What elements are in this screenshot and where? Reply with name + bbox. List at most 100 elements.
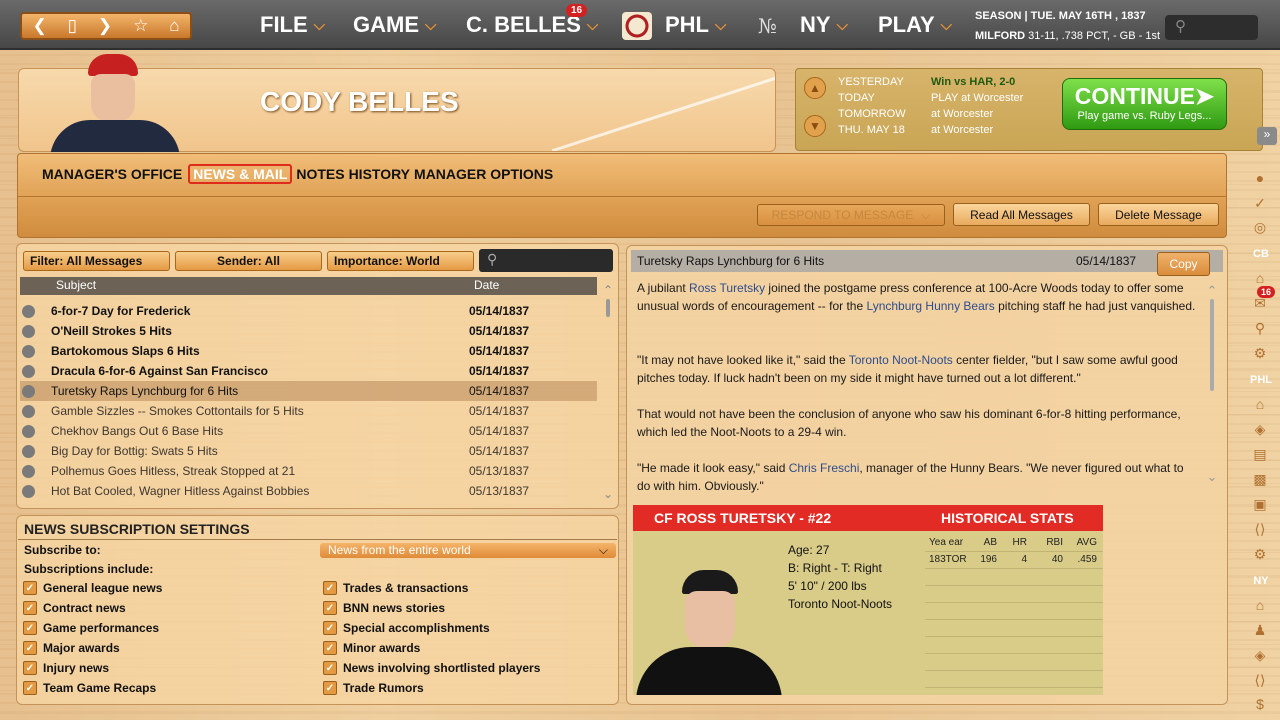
checkbox-checked-icon[interactable]: ✓ xyxy=(23,641,37,655)
message-row[interactable]: Dracula 6-for-6 Against San Francisco 05/… xyxy=(20,361,597,381)
menu-play[interactable]: PLAY ⌵ xyxy=(878,12,952,38)
card-player-title[interactable]: CF ROSS TURETSKY - #22 xyxy=(654,510,831,526)
subscription-option[interactable]: ✓ Special accomplishments xyxy=(323,621,490,635)
tab-managers-office[interactable]: MANAGER'S OFFICE xyxy=(42,164,182,184)
menu-game[interactable]: GAME ⌵ xyxy=(353,12,436,38)
tag-icon[interactable]: ◈ xyxy=(1251,647,1269,665)
subscription-option[interactable]: ✓ Team Game Recaps xyxy=(23,681,156,695)
team-link[interactable]: Lynchburg Hunny Bears xyxy=(866,299,994,313)
subscription-option[interactable]: ✓ Game performances xyxy=(23,621,159,635)
search-input[interactable]: ⚲ xyxy=(1165,15,1258,40)
copy-button[interactable]: Copy xyxy=(1157,252,1210,276)
menu-phl[interactable]: PHL ⌵ xyxy=(665,12,726,38)
gear-icon[interactable]: ⚙ xyxy=(1251,546,1269,564)
forward-arrow-icon[interactable]: ❯ xyxy=(98,16,112,36)
schedule-row: YESTERDAY Win vs HAR, 2-0 xyxy=(838,74,1023,90)
people-icon[interactable]: ♟ xyxy=(1251,622,1269,640)
filter-dropdown[interactable]: Filter: All Messages xyxy=(23,251,170,271)
subscription-option[interactable]: ✓ BNN news stories xyxy=(323,601,445,615)
menu-ny[interactable]: NY ⌵ xyxy=(800,12,848,38)
subscription-option[interactable]: ✓ Trade Rumors xyxy=(323,681,424,695)
card-team[interactable]: Toronto Noot-Noots xyxy=(788,595,892,613)
subscription-option[interactable]: ✓ Major awards xyxy=(23,641,120,655)
tag-icon[interactable]: ◈ xyxy=(1251,421,1269,439)
checkbox-checked-icon[interactable]: ✓ xyxy=(323,581,337,595)
subscription-option[interactable]: ✓ General league news xyxy=(23,581,162,595)
bar-chart-icon[interactable]: ▩ xyxy=(1251,471,1269,489)
tab-news-mail[interactable]: NEWS & MAIL xyxy=(188,164,293,184)
home-icon[interactable]: ⌂ xyxy=(169,16,179,36)
dollar-icon[interactable]: $ xyxy=(1251,696,1269,714)
checkbox-checked-icon[interactable]: ✓ xyxy=(323,621,337,635)
back-arrow-icon[interactable]: ❮ xyxy=(32,16,46,36)
checkbox-checked-icon[interactable]: ✓ xyxy=(23,621,37,635)
search-icon[interactable]: ⚲ xyxy=(1251,320,1269,338)
gear-icon[interactable]: ⚙ xyxy=(1251,345,1269,363)
scroll-thumb[interactable] xyxy=(1210,299,1214,391)
manager-link[interactable]: Chris Freschi xyxy=(789,461,860,475)
checkbox-checked-icon[interactable]: ✓ xyxy=(23,661,37,675)
read-all-button[interactable]: Read All Messages xyxy=(953,203,1090,226)
message-row[interactable]: O'Neill Strokes 5 Hits 05/14/1837 xyxy=(20,321,597,341)
delete-message-button[interactable]: Delete Message xyxy=(1098,203,1219,226)
player-name: CODY BELLES xyxy=(260,86,459,117)
player-link[interactable]: Ross Turetsky xyxy=(689,281,765,295)
home-icon[interactable]: ⌂ xyxy=(1251,597,1269,615)
subscription-option[interactable]: ✓ Contract news xyxy=(23,601,126,615)
tab-notes[interactable]: NOTES xyxy=(296,164,344,184)
message-row[interactable]: Bartokomous Slaps 6 Hits 05/14/1837 xyxy=(20,341,597,361)
checkbox-checked-icon[interactable]: ✓ xyxy=(323,641,337,655)
checkbox-checked-icon[interactable]: ✓ xyxy=(323,601,337,615)
sender-dropdown[interactable]: Sender: All xyxy=(175,251,322,271)
star-icon[interactable]: ☆ xyxy=(133,16,148,36)
sidebar-cb-label: CB xyxy=(1253,248,1269,260)
column-subject[interactable]: Subject xyxy=(56,278,96,292)
list-scrollbar[interactable]: ⌃ ⌄ xyxy=(602,283,614,505)
subscription-option[interactable]: ✓ Minor awards xyxy=(323,641,420,655)
tab-history[interactable]: HISTORY xyxy=(349,164,410,184)
message-date-cell: 05/14/1837 xyxy=(469,384,530,398)
checkbox-checked-icon[interactable]: ✓ xyxy=(323,661,337,675)
checkbox-checked-icon[interactable]: ✓ xyxy=(323,681,337,695)
subscription-option[interactable]: ✓ News involving shortlisted players xyxy=(323,661,540,675)
tab-manager-options[interactable]: MANAGER OPTIONS xyxy=(414,164,553,184)
scroll-thumb[interactable] xyxy=(606,299,610,317)
message-date-cell: 05/14/1837 xyxy=(469,404,530,418)
message-scrollbar[interactable]: ⌃ ⌄ xyxy=(1205,283,1219,493)
code-brackets-icon[interactable]: ⟨⟩ xyxy=(1251,521,1269,539)
card-bats-throws: B: Right - T: Right xyxy=(788,561,882,575)
home-icon[interactable]: ⌂ xyxy=(1251,396,1269,414)
checkbox-checked-icon[interactable]: ✓ xyxy=(23,601,37,615)
schedule-down-button[interactable]: ▼ xyxy=(804,115,826,137)
location-pin-icon[interactable]: ● xyxy=(1251,170,1269,188)
message-row[interactable]: Big Day for Bottig: Swats 5 Hits 05/14/18… xyxy=(20,441,597,461)
message-row[interactable]: 6-for-7 Day for Frederick 05/14/1837 xyxy=(20,301,597,321)
chevron-down-icon: ⌵ xyxy=(921,207,931,222)
schedule-up-button[interactable]: ▲ xyxy=(804,77,826,99)
message-row[interactable]: Chekhov Bangs Out 6 Base Hits 05/14/1837 xyxy=(20,421,597,441)
message-row[interactable]: Turetsky Raps Lynchburg for 6 Hits 05/14/… xyxy=(20,381,597,401)
page-icon[interactable]: ▯ xyxy=(68,16,77,36)
checkbox-checked-icon[interactable]: ✓ xyxy=(23,581,37,595)
message-row[interactable]: Hot Bat Cooled, Wagner Hitless Against B… xyxy=(20,481,597,501)
team-record: 31-11, .738 PCT, - GB - 1st xyxy=(1028,30,1161,42)
expand-icon[interactable]: » xyxy=(1257,127,1277,145)
news-icon[interactable]: ▤ xyxy=(1251,446,1269,464)
subscription-option[interactable]: ✓ Trades & transactions xyxy=(323,581,468,595)
list-search-input[interactable]: ⚲ xyxy=(479,249,613,272)
respond-button[interactable]: RESPOND TO MESSAGE ⌵ xyxy=(757,204,945,226)
code-brackets-icon[interactable]: ⟨⟩ xyxy=(1251,672,1269,690)
building-icon[interactable]: ▣ xyxy=(1251,496,1269,514)
subscribe-scope-select[interactable]: News from the entire world ⌵ xyxy=(320,543,616,558)
checkmark-icon[interactable]: ✓ xyxy=(1251,195,1269,213)
importance-dropdown[interactable]: Importance: World xyxy=(327,251,474,271)
column-date[interactable]: Date xyxy=(474,278,499,292)
subscription-option[interactable]: ✓ Injury news xyxy=(23,661,109,675)
team-link[interactable]: Toronto Noot-Noots xyxy=(849,353,953,367)
baseball-icon[interactable]: ◎ xyxy=(1251,219,1269,237)
checkbox-checked-icon[interactable]: ✓ xyxy=(23,681,37,695)
continue-button[interactable]: CONTINUE➤ Play game vs. Ruby Legs... xyxy=(1062,78,1227,130)
message-row[interactable]: Gamble Sizzles -- Smokes Cottontails for… xyxy=(20,401,597,421)
message-row[interactable]: Polhemus Goes Hitless, Streak Stopped at… xyxy=(20,461,597,481)
menu-file[interactable]: FILE ⌵ xyxy=(260,12,325,38)
